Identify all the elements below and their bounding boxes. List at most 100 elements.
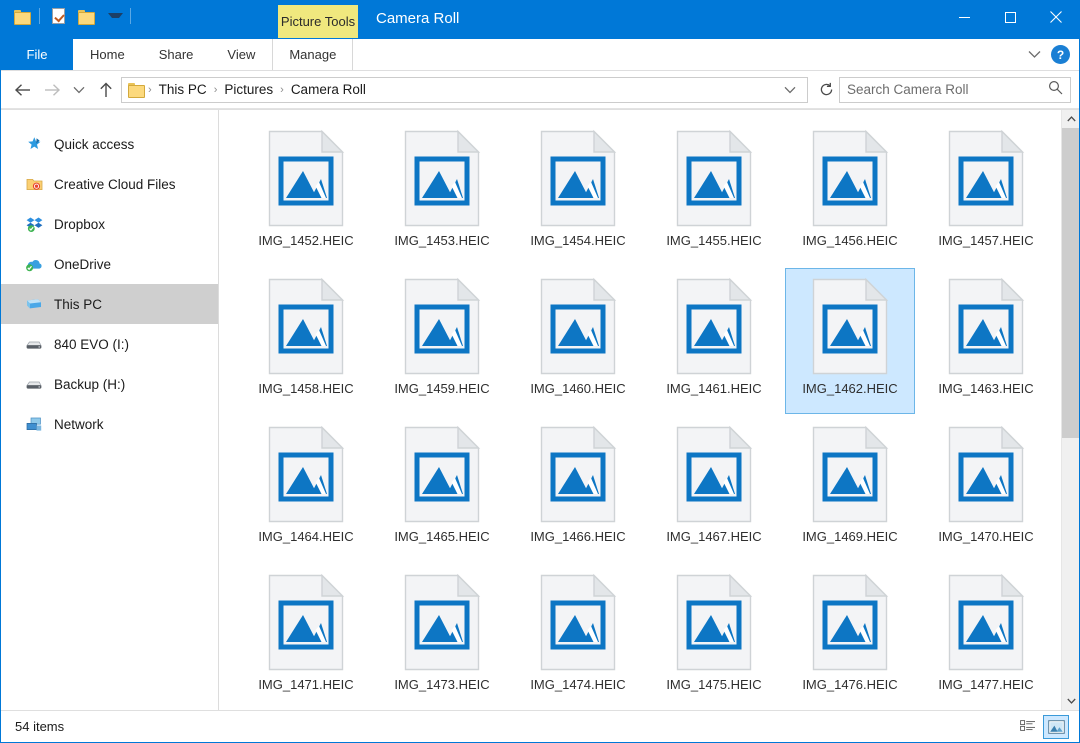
refresh-icon[interactable] (814, 82, 839, 97)
sidebar-item-dropbox[interactable]: Dropbox (1, 204, 218, 244)
tab-share[interactable]: Share (142, 39, 211, 70)
heic-file-icon (268, 277, 345, 375)
tab-file[interactable]: File (1, 39, 73, 70)
file-tile[interactable]: IMG_1460.HEIC (513, 268, 643, 414)
file-tile[interactable]: IMG_1463.HEIC (921, 268, 1051, 414)
file-tile[interactable]: IMG_1471.HEIC (241, 564, 371, 710)
tab-share-label: Share (158, 47, 194, 62)
sidebar-item-this-pc[interactable]: This PC (1, 284, 218, 324)
chevron-down-icon[interactable] (100, 4, 124, 28)
window-title: Camera Roll (376, 10, 460, 27)
file-tile[interactable]: IMG_1476.HEIC (785, 564, 915, 710)
navigation-pane: Quick access Creative Cloud Files Dropbo… (1, 110, 219, 710)
file-tile[interactable]: IMG_1477.HEIC (921, 564, 1051, 710)
file-name: IMG_1476.HEIC (802, 677, 898, 692)
file-tile[interactable]: IMG_1467.HEIC (649, 416, 779, 562)
dropbox-icon (25, 215, 43, 233)
file-tile[interactable]: IMG_1475.HEIC (649, 564, 779, 710)
file-tile[interactable]: IMG_1469.HEIC (785, 416, 915, 562)
sidebar-item-label: Quick access (54, 136, 135, 152)
scroll-down-arrow-icon[interactable] (1062, 692, 1079, 710)
file-tile[interactable]: IMG_1461.HEIC (649, 268, 779, 414)
recent-locations-button[interactable] (67, 76, 91, 104)
properties-icon[interactable] (46, 4, 70, 28)
file-name: IMG_1459.HEIC (394, 381, 490, 396)
scrollbar-track[interactable] (1062, 128, 1079, 692)
file-thumbnail (267, 129, 345, 228)
title-bar: Picture Tools Camera Roll (1, 1, 1079, 39)
star-pin-icon (25, 135, 43, 153)
new-folder-icon[interactable] (73, 4, 97, 28)
heic-file-icon (948, 129, 1025, 227)
file-thumbnail (811, 425, 889, 524)
chevron-down-icon-expand-ribbon[interactable] (1028, 46, 1041, 64)
vertical-scrollbar[interactable] (1061, 110, 1079, 710)
tab-view[interactable]: View (210, 39, 272, 70)
file-tile[interactable]: IMG_1466.HEIC (513, 416, 643, 562)
sidebar-item-backup-h[interactable]: Backup (H:) (1, 364, 218, 404)
heic-file-icon (268, 129, 345, 227)
file-tile[interactable]: IMG_1458.HEIC (241, 268, 371, 414)
file-name: IMG_1475.HEIC (666, 677, 762, 692)
file-tile[interactable]: IMG_1470.HEIC (921, 416, 1051, 562)
details-view-button[interactable] (1015, 715, 1041, 739)
file-thumbnail (947, 425, 1025, 524)
breadcrumb-item-this-pc[interactable]: This PC (153, 82, 213, 97)
sidebar-item-network[interactable]: Network (1, 404, 218, 444)
close-button[interactable] (1033, 1, 1079, 33)
file-name: IMG_1467.HEIC (666, 529, 762, 544)
file-tile[interactable]: IMG_1457.HEIC (921, 120, 1051, 266)
breadcrumb-item-pictures[interactable]: Pictures (218, 82, 279, 97)
search-box[interactable] (839, 76, 1071, 103)
file-tile[interactable]: IMG_1464.HEIC (241, 416, 371, 562)
minimize-button[interactable] (941, 1, 987, 33)
file-tile[interactable]: IMG_1473.HEIC (377, 564, 507, 710)
file-thumbnail (811, 129, 889, 228)
large-icons-view-button[interactable] (1043, 714, 1069, 739)
file-tile[interactable]: IMG_1456.HEIC (785, 120, 915, 266)
file-name: IMG_1460.HEIC (530, 381, 626, 396)
file-thumbnail (267, 277, 345, 376)
sidebar-item-creative-cloud-files[interactable]: Creative Cloud Files (1, 164, 218, 204)
up-button[interactable] (91, 76, 121, 104)
file-name: IMG_1453.HEIC (394, 233, 490, 248)
sidebar-item-quick-access[interactable]: Quick access (1, 124, 218, 164)
file-tile[interactable]: IMG_1462.HEIC (785, 268, 915, 414)
file-tile[interactable]: IMG_1455.HEIC (649, 120, 779, 266)
help-button[interactable]: ? (1051, 45, 1070, 64)
tab-home-label: Home (90, 47, 125, 62)
file-thumbnail (403, 425, 481, 524)
file-tile[interactable]: IMG_1459.HEIC (377, 268, 507, 414)
file-tile[interactable]: IMG_1453.HEIC (377, 120, 507, 266)
tab-home[interactable]: Home (73, 39, 142, 70)
scroll-up-arrow-icon[interactable] (1062, 110, 1079, 128)
heic-file-icon (268, 425, 345, 523)
back-button[interactable] (7, 76, 37, 104)
scrollbar-thumb[interactable] (1062, 128, 1079, 439)
file-list-view[interactable]: IMG_1452.HEIC IMG_1453.HEIC IMG_1454.HEI… (219, 110, 1079, 710)
file-name: IMG_1474.HEIC (530, 677, 626, 692)
chevron-down-icon-address[interactable] (777, 86, 803, 94)
breadcrumb-item-camera-roll[interactable]: Camera Roll (285, 82, 372, 97)
tab-manage[interactable]: Manage (272, 39, 354, 70)
file-thumbnail (675, 129, 753, 228)
breadcrumb: › This PC › Pictures › Camera Roll (147, 82, 777, 97)
tab-view-label: View (227, 47, 256, 62)
file-thumbnail (811, 277, 889, 376)
file-name: IMG_1470.HEIC (938, 529, 1034, 544)
maximize-button[interactable] (987, 1, 1033, 33)
file-tile[interactable]: IMG_1465.HEIC (377, 416, 507, 562)
forward-button[interactable] (37, 76, 67, 104)
file-tile[interactable]: IMG_1474.HEIC (513, 564, 643, 710)
view-mode-buttons (1015, 714, 1075, 739)
sidebar-item-840-evo-i[interactable]: 840 EVO (I:) (1, 324, 218, 364)
file-tile[interactable]: IMG_1454.HEIC (513, 120, 643, 266)
search-icon[interactable] (1048, 80, 1063, 100)
address-bar[interactable]: › This PC › Pictures › Camera Roll (121, 76, 808, 103)
sidebar-item-onedrive[interactable]: OneDrive (1, 244, 218, 284)
file-tile[interactable]: IMG_1452.HEIC (241, 120, 371, 266)
folder-icon[interactable] (9, 4, 33, 28)
file-name: IMG_1455.HEIC (666, 233, 762, 248)
file-thumbnail (267, 425, 345, 524)
search-input[interactable] (847, 82, 1048, 97)
